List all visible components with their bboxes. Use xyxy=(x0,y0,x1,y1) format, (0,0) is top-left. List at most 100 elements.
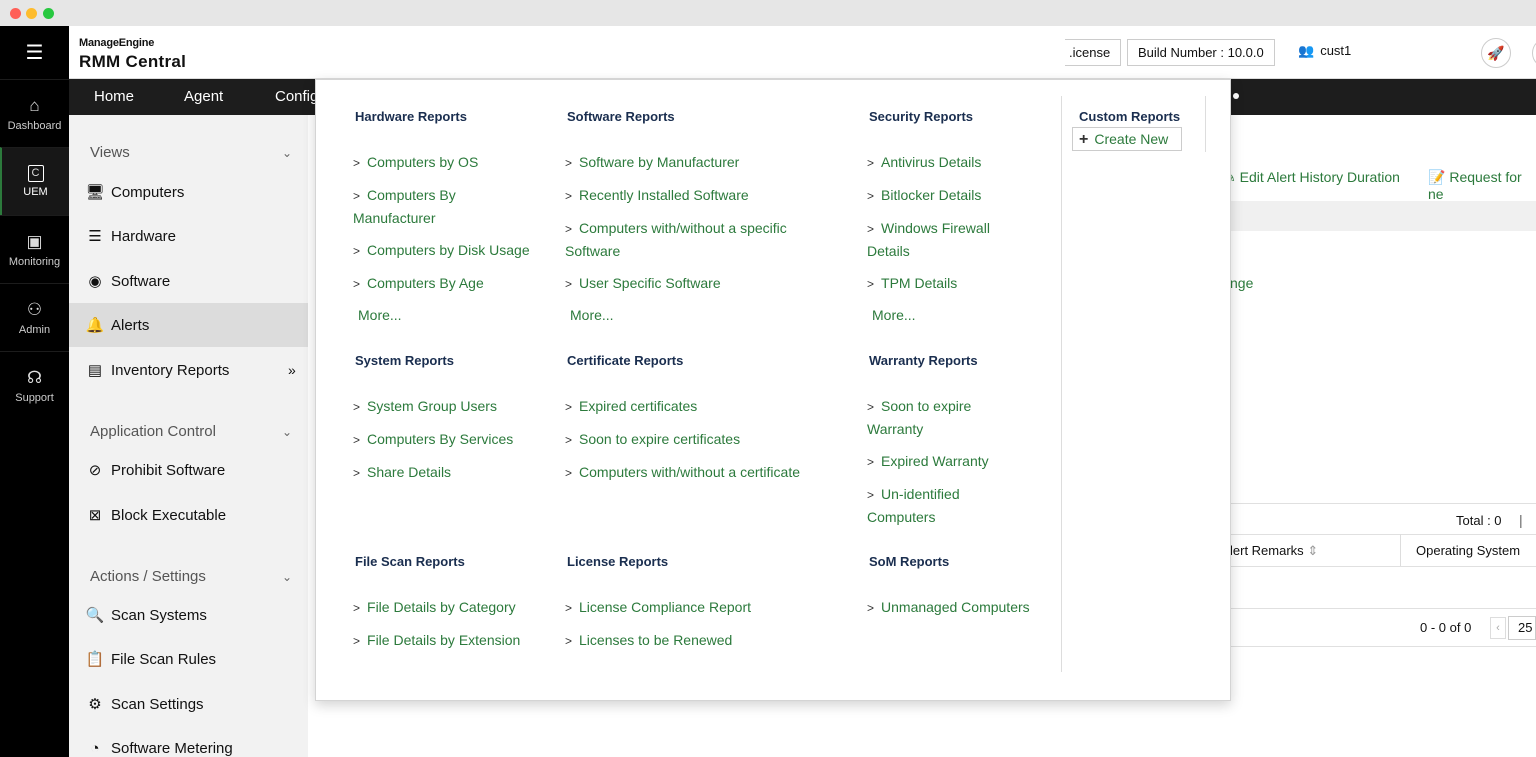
tab-config[interactable]: Config xyxy=(275,88,318,105)
rail-item-label: UEM xyxy=(23,186,48,198)
link-label: User Specific Software xyxy=(579,275,721,291)
prev-page-button[interactable]: ‹ xyxy=(1490,617,1506,639)
tab-home[interactable]: Home xyxy=(94,88,134,105)
hardware-report-link[interactable]: > Computers by Disk Usage xyxy=(353,239,530,262)
license-report-link[interactable]: > Licenses to be Renewed xyxy=(565,629,732,652)
sidebar-item-scan-settings[interactable]: ⚙ Scan Settings xyxy=(69,682,308,726)
users-icon: 👥 xyxy=(1298,43,1315,58)
tab-agent[interactable]: Agent xyxy=(184,88,223,105)
build-number-badge: Build Number : 10.0.0 xyxy=(1127,39,1275,66)
total-count: Total : 0 xyxy=(1456,513,1502,528)
maximize-window-button[interactable] xyxy=(43,8,54,19)
warranty-report-link[interactable]: > Expired Warranty xyxy=(867,450,989,473)
gear-icon: ⚙ xyxy=(88,696,102,713)
chevron-down-icon[interactable]: ⌄ xyxy=(282,146,292,160)
minimize-window-button[interactable] xyxy=(26,8,37,19)
rocket-icon[interactable]: 🚀 xyxy=(1481,38,1511,68)
software-report-link[interactable]: > Recently Installed Software xyxy=(565,184,749,207)
software-report-link[interactable]: > Computers with/without a specific Softw… xyxy=(565,217,805,262)
sidebar-item-computers[interactable]: 🖥 Computers xyxy=(69,170,308,214)
change-link[interactable]: nge xyxy=(1230,275,1253,291)
rail-item-monitoring[interactable]: ▣ Monitoring xyxy=(0,215,69,283)
edit-alert-history-link[interactable]: ✎ Edit Alert History Duration xyxy=(1224,169,1400,186)
menu-toggle-icon[interactable]: ☰ xyxy=(0,26,69,79)
sort-icon: ⇕ xyxy=(1307,543,1319,558)
sidebar-item-label: Inventory Reports xyxy=(111,361,230,379)
column-header-alert-remarks[interactable]: lert Remarks ⇕ xyxy=(1230,543,1318,559)
link-label: Un-identified Computers xyxy=(867,486,960,525)
hardware-report-link[interactable]: > Computers By Manufacturer xyxy=(353,184,538,229)
security-report-link[interactable]: > Antivirus Details xyxy=(867,151,981,174)
link-label: Computers by Disk Usage xyxy=(367,242,530,258)
security-report-link[interactable]: > Windows Firewall Details xyxy=(867,217,1007,262)
sidebar-item-label: File Scan Rules xyxy=(111,650,217,668)
security-more-link[interactable]: More... xyxy=(872,307,916,323)
sidebar-item-inventory-reports[interactable]: ▤ Inventory Reports » xyxy=(69,348,308,392)
warranty-report-link[interactable]: > Un-identified Computers xyxy=(867,483,987,528)
link-label: Bitlocker Details xyxy=(881,187,982,203)
software-report-link[interactable]: > User Specific Software xyxy=(565,272,721,295)
bell-icon: 🔔 xyxy=(85,317,105,334)
sidebar-item-prohibit-software[interactable]: ⊘ Prohibit Software xyxy=(69,448,308,492)
page-size-select[interactable]: 25 xyxy=(1508,616,1536,640)
filescan-reports-heading: File Scan Reports xyxy=(355,554,465,569)
column-header-operating-system[interactable]: Operating System xyxy=(1416,543,1520,558)
software-report-link[interactable]: > Software by Manufacturer xyxy=(565,151,739,174)
sidebar-item-block-executable[interactable]: ⊠ Block Executable xyxy=(69,493,308,537)
pagination-range: 0 - 0 of 0 xyxy=(1420,620,1472,635)
sidebar-item-scan-systems[interactable]: 🔍 Scan Systems xyxy=(69,593,308,637)
rail-item-uem[interactable]: C UEM xyxy=(0,147,69,215)
certificate-report-link[interactable]: > Computers with/without a certificate xyxy=(565,461,800,484)
license-button[interactable]: .icense xyxy=(1065,39,1122,66)
gauge-icon: ◔ xyxy=(90,739,100,757)
nav-more-dot[interactable] xyxy=(1233,93,1239,99)
divider xyxy=(1230,608,1536,609)
warranty-report-link[interactable]: > Soon to expire Warranty xyxy=(867,395,997,440)
chevron-right-icon: > xyxy=(565,400,573,414)
sidebar-item-label: Software Metering xyxy=(111,739,233,757)
sidebar-item-software-metering[interactable]: ◔ Software Metering xyxy=(69,726,308,757)
sidebar-item-label: Scan Settings xyxy=(111,695,204,713)
profile-avatar[interactable] xyxy=(1532,38,1536,68)
chevron-down-icon[interactable]: ⌄ xyxy=(282,425,292,439)
sidebar-item-hardware[interactable]: ☰ Hardware xyxy=(69,214,308,258)
software-more-link[interactable]: More... xyxy=(570,307,614,323)
som-report-link[interactable]: > Unmanaged Computers xyxy=(867,596,1030,619)
request-link[interactable]: 📝 Request for ne xyxy=(1428,169,1536,202)
hardware-more-link[interactable]: More... xyxy=(358,307,402,323)
hardware-report-link[interactable]: > Computers By Age xyxy=(353,272,484,295)
user-menu[interactable]: 👥 cust1 xyxy=(1298,43,1351,59)
certificate-report-link[interactable]: > Expired certificates xyxy=(565,395,697,418)
system-report-link[interactable]: > Computers By Services xyxy=(353,428,513,451)
rail-item-dashboard[interactable]: ⌂ Dashboard xyxy=(0,79,69,147)
link-label: Soon to expire Warranty xyxy=(867,398,972,437)
divider xyxy=(1205,96,1206,152)
security-report-link[interactable]: > Bitlocker Details xyxy=(867,184,981,207)
filescan-report-link[interactable]: > File Details by Category xyxy=(353,596,516,619)
actions-section-header[interactable]: Actions / Settings xyxy=(90,568,206,585)
system-report-link[interactable]: > Share Details xyxy=(353,461,451,484)
link-label: Licenses to be Renewed xyxy=(579,632,733,648)
license-report-link[interactable]: > License Compliance Report xyxy=(565,596,751,619)
chevron-down-icon[interactable]: ⌄ xyxy=(282,570,292,584)
rail-item-support[interactable]: ☊ Support xyxy=(0,351,69,419)
sidebar-item-label: Software xyxy=(111,272,171,290)
rail-item-admin[interactable]: ⚇ Admin xyxy=(0,283,69,351)
sidebar-item-alerts[interactable]: 🔔 Alerts xyxy=(69,303,308,347)
create-new-button[interactable]: + Create New xyxy=(1072,127,1182,151)
app-control-section-header[interactable]: Application Control xyxy=(90,423,216,440)
system-report-link[interactable]: > System Group Users xyxy=(353,395,497,418)
sidebar-item-file-scan-rules[interactable]: 📋 File Scan Rules xyxy=(69,637,308,681)
link-label: Expired Warranty xyxy=(881,453,989,469)
views-section-header[interactable]: Views xyxy=(90,144,130,161)
chevron-right-icon: > xyxy=(867,156,875,170)
link-label: Unmanaged Computers xyxy=(881,599,1030,615)
filescan-report-link[interactable]: > File Details by Extension xyxy=(353,629,520,652)
link-label: Windows Firewall Details xyxy=(867,220,990,259)
sidebar-item-software[interactable]: ◉ Software xyxy=(69,259,308,303)
headset-icon: ☊ xyxy=(26,367,43,387)
hardware-report-link[interactable]: > Computers by OS xyxy=(353,151,478,174)
close-window-button[interactable] xyxy=(10,8,21,19)
certificate-report-link[interactable]: > Soon to expire certificates xyxy=(565,428,740,451)
security-report-link[interactable]: > TPM Details xyxy=(867,272,957,295)
